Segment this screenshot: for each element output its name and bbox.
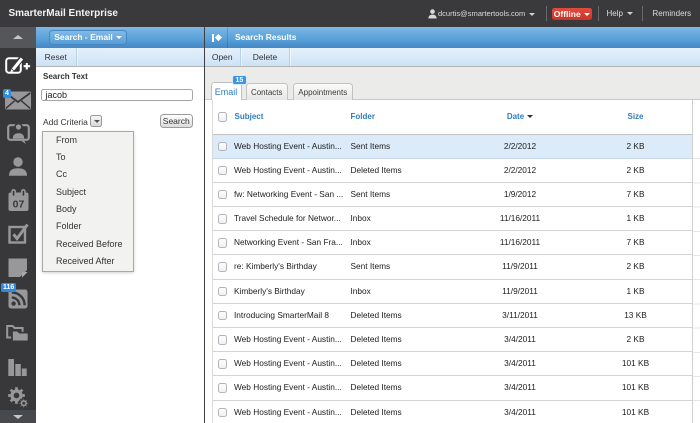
svg-text:07: 07 — [12, 198, 24, 210]
